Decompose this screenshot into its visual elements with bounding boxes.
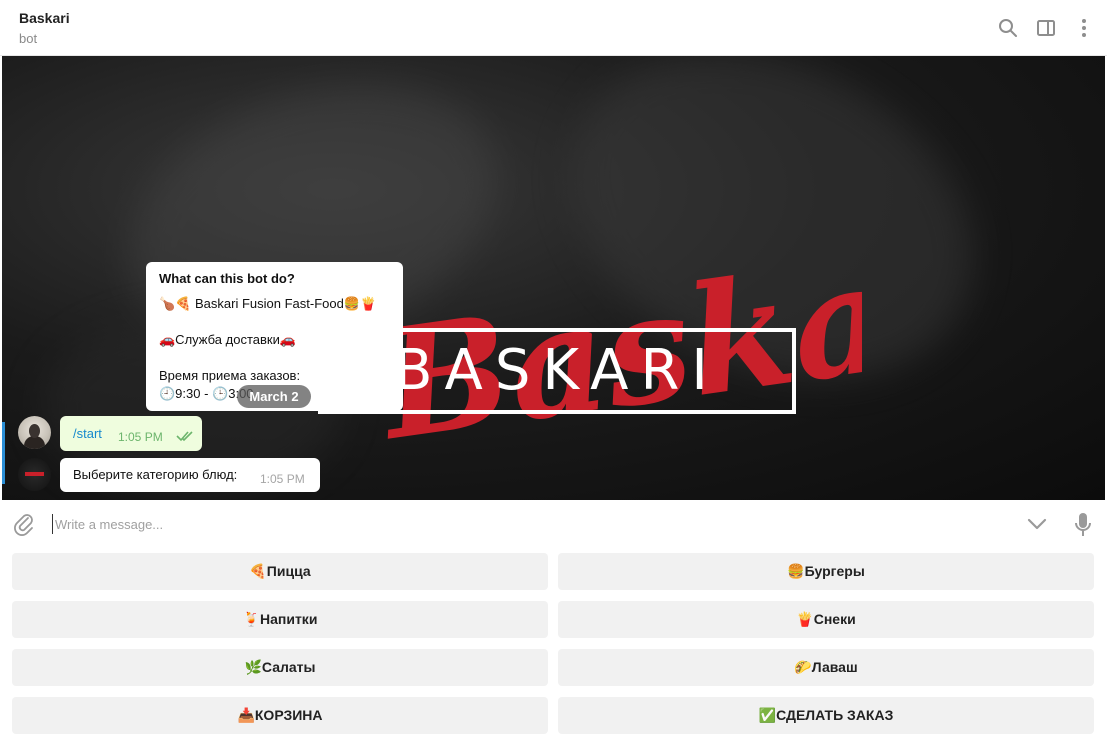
keyboard-button-pizza[interactable]: 🍕Пицца [12,553,548,590]
keyboard-button-snacks[interactable]: 🍟Снеки [558,601,1094,638]
message-input[interactable] [52,514,952,534]
keyboard-button-place-order[interactable]: ✅СДЕЛАТЬ ЗАКАЗ [558,697,1094,734]
message-text[interactable]: /start [73,426,102,441]
message-time: 1:05 PM [260,472,305,486]
chat-header: Baskari bot [0,0,1107,56]
keyboard-button-burgers[interactable]: 🍔Бургеры [558,553,1094,590]
chat-title[interactable]: Baskari [19,10,70,26]
keyboard-button-cart[interactable]: 📥КОРЗИНА [12,697,548,734]
outgoing-message[interactable]: /start 1:05 PM [60,416,202,451]
date-separator: March 2 [237,385,311,408]
bot-info-title: What can this bot do? [159,271,295,286]
search-icon[interactable] [997,17,1019,39]
bot-info-line: 🍗🍕 Baskari Fusion Fast-Food🍔🍟 [159,296,377,311]
paperclip-icon[interactable] [12,512,36,536]
keyboard-button-salads[interactable]: 🌿Салаты [12,649,548,686]
sidebar-toggle-icon[interactable] [1035,17,1057,39]
user-avatar[interactable] [18,416,51,449]
bot-info-line: Время приема заказов: [159,368,301,383]
chat-history[interactable]: Baskari BASKARI What can this bot do? 🍗🍕… [2,56,1105,500]
incoming-message[interactable]: Выберите категорию блюд: 1:05 PM [60,458,320,492]
bot-keyboard: 🍕Пицца 🍔Бургеры 🍹Напитки 🍟Снеки 🌿Салаты … [0,548,1107,740]
message-text: Выберите категорию блюд: [73,467,238,482]
double-check-icon [176,431,193,442]
microphone-icon[interactable] [1073,512,1093,538]
more-vertical-icon[interactable] [1073,17,1095,39]
message-time: 1:05 PM [118,430,163,444]
message-composer [0,500,1107,548]
chat-subtitle: bot [19,31,38,46]
bot-avatar[interactable] [18,458,51,491]
chevron-down-icon[interactable] [1025,514,1049,534]
keyboard-button-lavash[interactable]: 🌮Лаваш [558,649,1094,686]
keyboard-button-drinks[interactable]: 🍹Напитки [12,601,548,638]
bot-info-line: 🚗Служба доставки🚗 [159,332,297,347]
active-indicator [2,422,5,484]
